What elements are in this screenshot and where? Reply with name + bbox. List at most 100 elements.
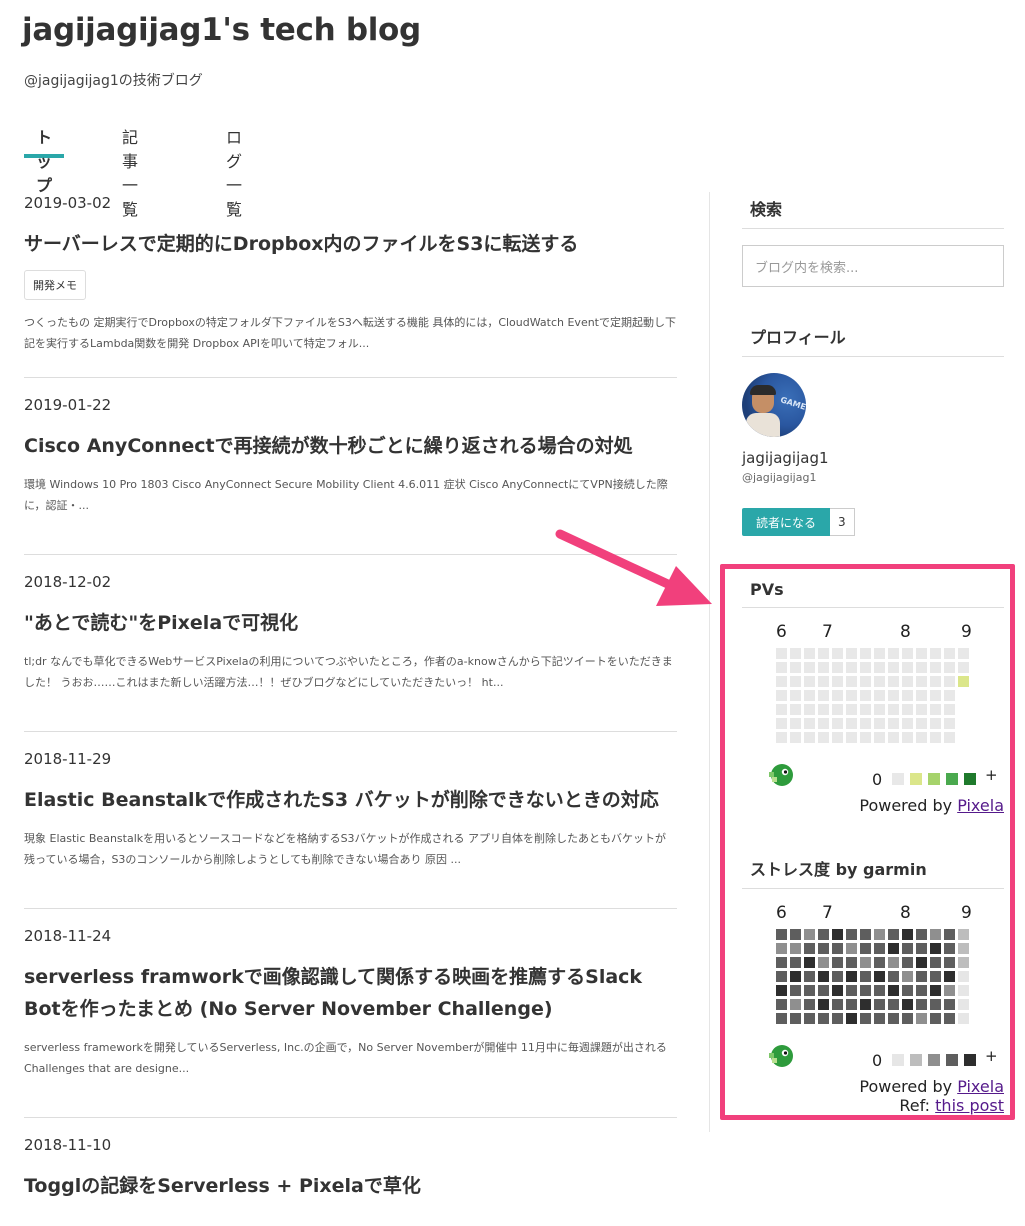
graph-day-cell[interactable] [790,999,801,1010]
graph-day-cell[interactable] [832,704,843,715]
graph-day-cell[interactable] [790,704,801,715]
graph-day-cell[interactable] [818,999,829,1010]
graph-day-cell[interactable] [944,648,955,659]
graph-day-cell[interactable] [944,690,955,701]
entry-title[interactable]: Togglの記録をServerless + Pixelaで草化 [24,1170,677,1202]
graph-day-cell[interactable] [790,718,801,729]
graph-day-cell[interactable] [944,1013,955,1024]
graph-day-cell[interactable] [874,718,885,729]
graph-day-cell[interactable] [958,648,969,659]
pixela-link[interactable]: Pixela [957,796,1004,815]
graph-day-cell[interactable] [776,943,787,954]
graph-day-cell[interactable] [958,985,969,996]
graph-day-cell[interactable] [930,929,941,940]
graph-day-cell[interactable] [860,971,871,982]
entry-date[interactable]: 2018-11-10 [24,1136,677,1154]
graph-day-cell[interactable] [860,957,871,968]
graph-day-cell[interactable] [832,929,843,940]
graph-day-cell[interactable] [804,999,815,1010]
graph-day-cell[interactable] [930,662,941,673]
graph-day-cell[interactable] [804,662,815,673]
entry-date[interactable]: 2019-01-22 [24,396,677,414]
graph-day-cell[interactable] [832,999,843,1010]
graph-day-cell[interactable] [944,732,955,743]
graph-day-cell[interactable] [874,704,885,715]
entry-category-tag[interactable]: 開発メモ [24,270,86,300]
graph-day-cell[interactable] [804,985,815,996]
graph-day-cell[interactable] [902,943,913,954]
graph-day-cell[interactable] [790,929,801,940]
graph-day-cell[interactable] [776,1013,787,1024]
graph-day-cell[interactable] [846,999,857,1010]
graph-day-cell[interactable] [902,971,913,982]
graph-day-cell[interactable] [916,971,927,982]
subscribe-button[interactable]: 読者になる [742,508,831,536]
graph-day-cell[interactable] [832,690,843,701]
graph-day-cell[interactable] [958,676,969,687]
graph-day-cell[interactable] [860,676,871,687]
graph-day-cell[interactable] [790,690,801,701]
graph-day-cell[interactable] [958,971,969,982]
graph-day-cell[interactable] [888,732,899,743]
graph-day-cell[interactable] [874,985,885,996]
graph-day-cell[interactable] [944,662,955,673]
graph-day-cell[interactable] [916,732,927,743]
entry-title[interactable]: Cisco AnyConnectで再接続が数十秒ごとに繰り返される場合の対処 [24,430,677,462]
graph-day-cell[interactable] [790,957,801,968]
graph-day-cell[interactable] [888,648,899,659]
graph-day-cell[interactable] [916,718,927,729]
graph-day-cell[interactable] [916,957,927,968]
graph-day-cell[interactable] [790,1013,801,1024]
graph-day-cell[interactable] [790,943,801,954]
graph-day-cell[interactable] [832,718,843,729]
graph-day-cell[interactable] [818,929,829,940]
graph-day-cell[interactable] [846,1013,857,1024]
graph-day-cell[interactable] [902,690,913,701]
graph-day-cell[interactable] [818,690,829,701]
graph-day-cell[interactable] [958,999,969,1010]
graph-day-cell[interactable] [818,718,829,729]
graph-day-cell[interactable] [958,1013,969,1024]
graph-day-cell[interactable] [804,971,815,982]
graph-day-cell[interactable] [832,943,843,954]
tab-top[interactable]: トップ [24,118,65,195]
graph-day-cell[interactable] [874,929,885,940]
graph-day-cell[interactable] [888,690,899,701]
graph-day-cell[interactable] [790,732,801,743]
graph-day-cell[interactable] [818,662,829,673]
graph-day-cell[interactable] [832,676,843,687]
graph-day-cell[interactable] [804,929,815,940]
blog-title[interactable]: jagijagijag1's tech blog [22,12,421,48]
graph-day-cell[interactable] [958,662,969,673]
graph-day-cell[interactable] [776,732,787,743]
entry-date[interactable]: 2018-11-24 [24,927,677,945]
graph-day-cell[interactable] [888,957,899,968]
graph-day-cell[interactable] [846,690,857,701]
graph-day-cell[interactable] [916,985,927,996]
graph-day-cell[interactable] [930,957,941,968]
graph-day-cell[interactable] [804,718,815,729]
graph-day-cell[interactable] [790,662,801,673]
graph-day-cell[interactable] [930,732,941,743]
graph-day-cell[interactable] [832,732,843,743]
graph-day-cell[interactable] [902,985,913,996]
graph-day-cell[interactable] [860,648,871,659]
graph-day-cell[interactable] [860,718,871,729]
graph-day-cell[interactable] [776,929,787,940]
graph-day-cell[interactable] [930,1013,941,1024]
graph-day-cell[interactable] [832,971,843,982]
graph-day-cell[interactable] [776,999,787,1010]
graph-day-cell[interactable] [860,704,871,715]
entry-date[interactable]: 2018-11-29 [24,750,677,768]
graph-day-cell[interactable] [930,999,941,1010]
graph-day-cell[interactable] [916,943,927,954]
graph-day-cell[interactable] [846,957,857,968]
graph-day-cell[interactable] [958,929,969,940]
graph-day-cell[interactable] [832,957,843,968]
graph-day-cell[interactable] [776,676,787,687]
graph-day-cell[interactable] [818,957,829,968]
graph-day-cell[interactable] [860,1013,871,1024]
pixela-logo-icon[interactable] [766,1043,794,1069]
graph-day-cell[interactable] [776,648,787,659]
graph-day-cell[interactable] [804,690,815,701]
